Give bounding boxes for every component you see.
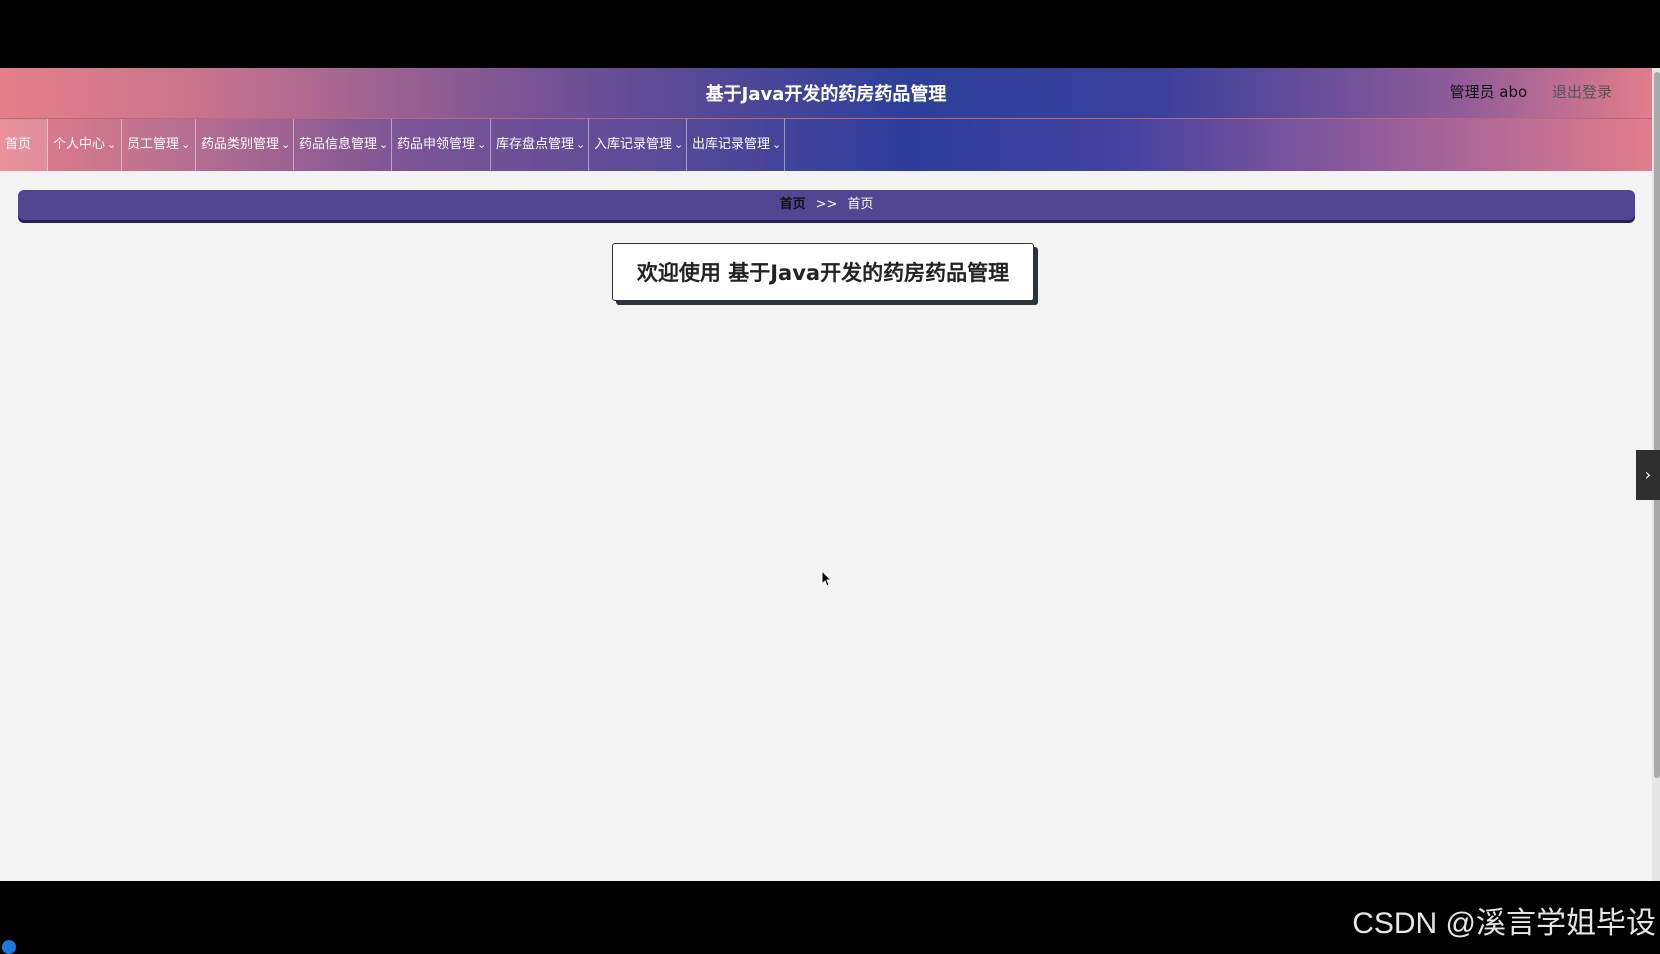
user-area: 管理员 abo 退出登录: [1450, 81, 1612, 102]
chevron-down-icon: ⌄: [477, 138, 487, 151]
side-panel-toggle-button[interactable]: ›: [1636, 450, 1660, 500]
nav-item-staff[interactable]: 员工管理 ⌄: [122, 119, 196, 171]
main-nav: 首页 个人中心 ⌄ 员工管理 ⌄ 药品类别管理 ⌄ 药品信息管理 ⌄ 药品申领管理 ⌄ 库…: [0, 119, 1652, 171]
browser-viewport: 基于Java开发的药房药品管理 管理员 abo 退出登录 首页 个人中心 ⌄ 员工…: [0, 68, 1660, 881]
chevron-down-icon: ⌄: [772, 138, 782, 151]
breadcrumb-home-link[interactable]: 首页: [780, 197, 806, 212]
logout-link[interactable]: 退出登录: [1552, 83, 1612, 101]
nav-item-drug-category[interactable]: 药品类别管理 ⌄: [196, 119, 294, 171]
nav-item-label: 首页: [5, 137, 32, 152]
breadcrumb-separator: >>: [815, 197, 838, 212]
taskbar-dot-icon: [2, 940, 16, 954]
nav-item-label: 入库记录管理: [594, 137, 673, 152]
nav-item-personal-center[interactable]: 个人中心 ⌄: [48, 119, 122, 171]
scrollbar-thumb[interactable]: [1654, 72, 1660, 778]
nav-item-label: 药品信息管理: [299, 137, 378, 152]
top-header: 基于Java开发的药房药品管理 管理员 abo 退出登录: [0, 68, 1652, 119]
chevron-down-icon: ⌄: [107, 138, 117, 151]
chevron-down-icon: ⌄: [281, 138, 291, 151]
nav-item-stock-in[interactable]: 入库记录管理 ⌄: [589, 119, 687, 171]
chevron-right-icon: ›: [1644, 465, 1652, 484]
chevron-down-icon: ⌄: [576, 138, 586, 151]
site-title: 基于Java开发的药房药品管理: [705, 84, 947, 105]
nav-item-label: 药品类别管理: [201, 137, 280, 152]
admin-label: 管理员 abo: [1449, 83, 1528, 101]
nav-item-drug-claim[interactable]: 药品申领管理 ⌄: [392, 119, 491, 171]
nav-item-inventory[interactable]: 库存盘点管理 ⌄: [491, 119, 589, 171]
welcome-banner: 欢迎使用 基于Java开发的药房药品管理: [612, 243, 1034, 301]
nav-item-home[interactable]: 首页: [0, 119, 48, 171]
nav-item-stock-out[interactable]: 出库记录管理 ⌄: [687, 119, 785, 171]
breadcrumb: 首页 >> 首页: [18, 190, 1635, 220]
nav-item-label: 出库记录管理: [692, 137, 771, 152]
chevron-down-icon: ⌄: [181, 138, 191, 151]
chevron-down-icon: ⌄: [674, 138, 684, 151]
nav-item-label: 个人中心: [53, 137, 106, 152]
nav-item-label: 员工管理: [127, 137, 180, 152]
nav-item-label: 库存盘点管理: [496, 137, 575, 152]
chevron-down-icon: ⌄: [379, 138, 389, 151]
breadcrumb-current: 首页: [847, 197, 874, 212]
nav-item-label: 药品申领管理: [397, 137, 476, 152]
nav-item-drug-info[interactable]: 药品信息管理 ⌄: [294, 119, 392, 171]
watermark-text: CSDN @溪言学姐毕设: [1352, 907, 1656, 940]
